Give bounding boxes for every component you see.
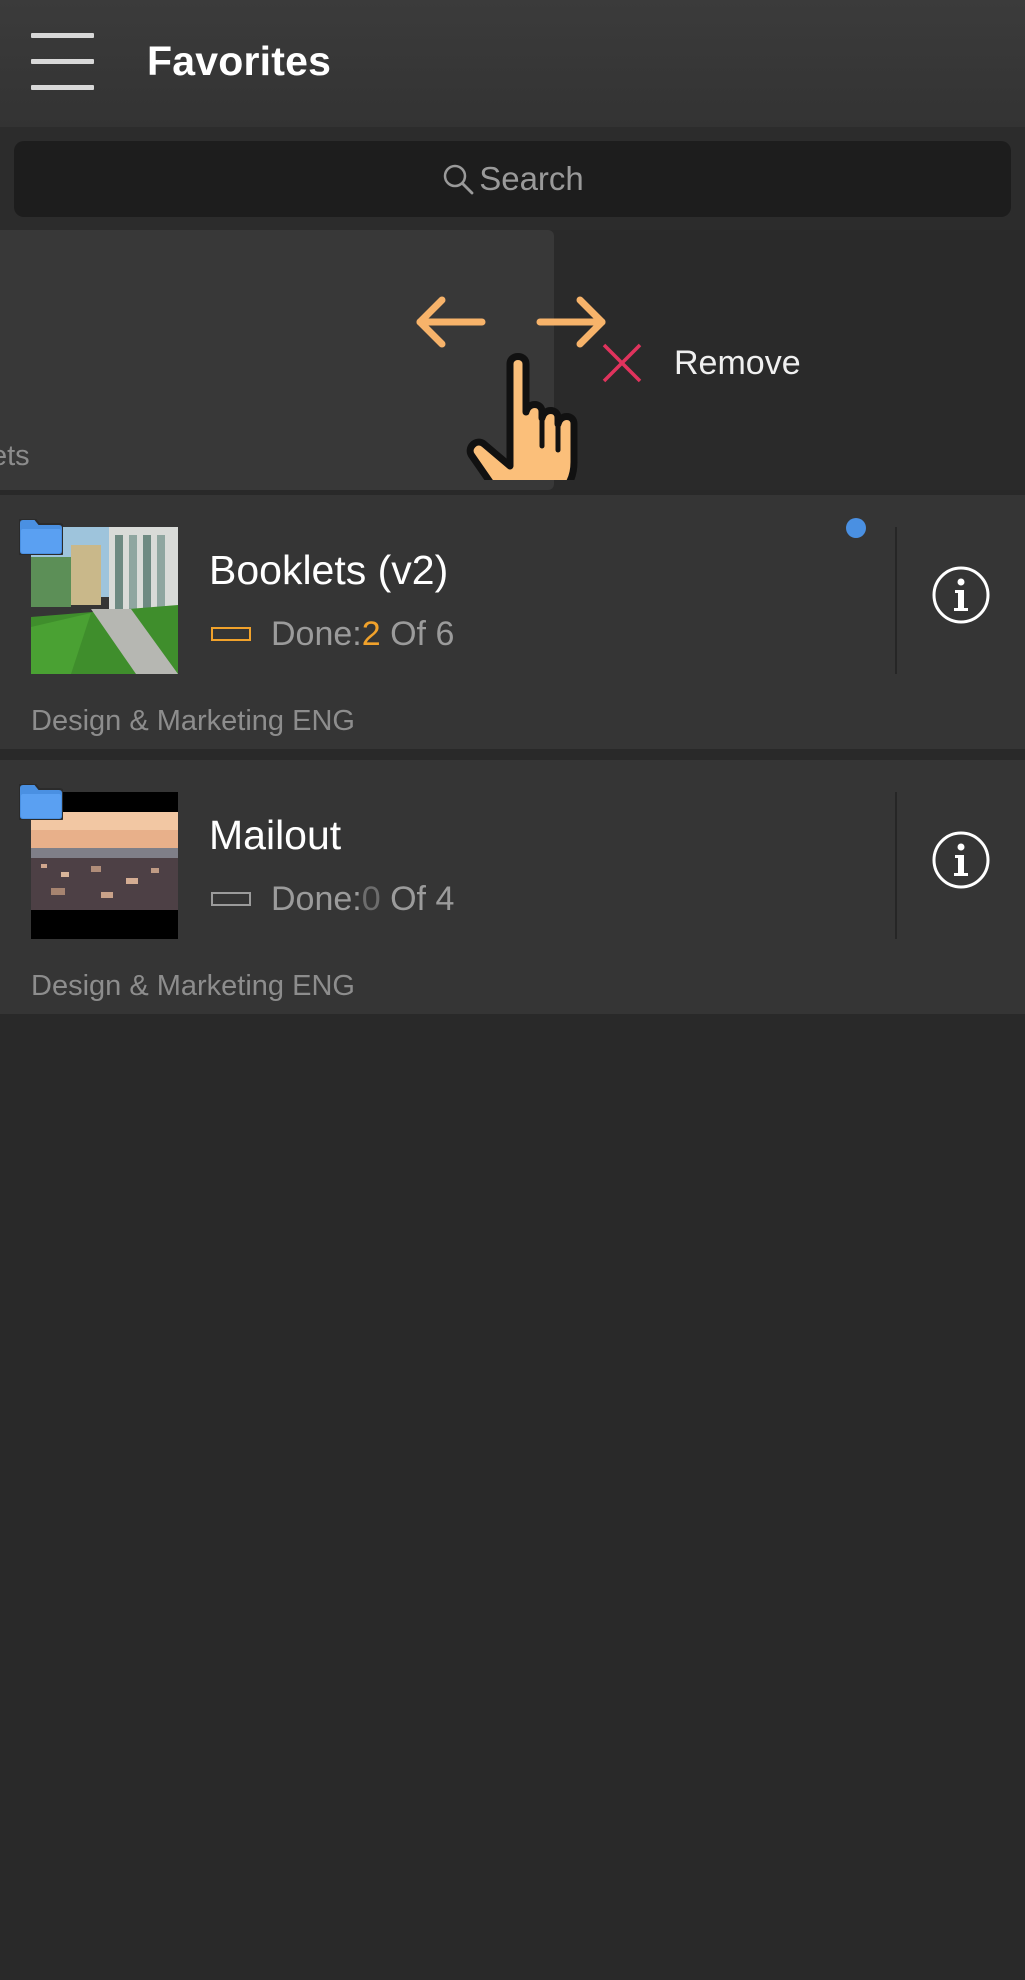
progress-bar-icon bbox=[211, 627, 251, 641]
folder-icon bbox=[19, 784, 63, 820]
item-subtitle: Design & Marketing ENG bbox=[31, 970, 355, 1002]
progress-bar-icon bbox=[211, 892, 251, 906]
page-title: Favorites bbox=[147, 38, 332, 84]
remove-label: Remove bbox=[674, 343, 801, 382]
divider bbox=[895, 792, 897, 939]
remove-button[interactable]: Remove bbox=[600, 338, 801, 388]
item-title: Booklets (v2) bbox=[209, 547, 449, 593]
progress-label: Done: bbox=[271, 614, 362, 653]
list-item[interactable]: Booklets (v2) Done: 2 Of 6 Design & Mark… bbox=[0, 495, 1025, 749]
unread-dot bbox=[846, 518, 866, 538]
search-placeholder: Search bbox=[479, 160, 584, 197]
swiped-item-subtitle: klets bbox=[0, 440, 30, 472]
search-icon bbox=[443, 164, 474, 195]
info-icon[interactable] bbox=[931, 830, 991, 890]
folder-icon bbox=[19, 519, 63, 555]
progress-done: 0 bbox=[361, 879, 381, 918]
progress-of-label: Of bbox=[380, 879, 436, 918]
search-input[interactable]: Search bbox=[14, 141, 1011, 217]
item-progress: Done: 0 Of 4 bbox=[211, 876, 454, 922]
swiped-list-item[interactable]: klets Remove bbox=[0, 230, 1025, 490]
divider bbox=[895, 527, 897, 674]
hamburger-menu-icon[interactable] bbox=[31, 33, 94, 93]
swiped-item-card[interactable]: klets bbox=[0, 230, 554, 490]
progress-label: Done: bbox=[271, 879, 362, 918]
close-x-icon bbox=[602, 343, 642, 383]
search-bar: Search bbox=[0, 127, 1025, 230]
info-icon[interactable] bbox=[931, 565, 991, 625]
app-header: Favorites bbox=[0, 0, 1025, 127]
item-progress: Done: 2 Of 6 bbox=[211, 611, 454, 657]
item-title: Mailout bbox=[209, 812, 342, 858]
list-item[interactable]: Mailout Done: 0 Of 4 Design & Marketing … bbox=[0, 760, 1025, 1014]
progress-of-label: Of bbox=[380, 614, 436, 653]
progress-total: 6 bbox=[435, 614, 455, 653]
item-subtitle: Design & Marketing ENG bbox=[31, 705, 355, 737]
progress-done: 2 bbox=[361, 614, 381, 653]
progress-total: 4 bbox=[435, 879, 455, 918]
